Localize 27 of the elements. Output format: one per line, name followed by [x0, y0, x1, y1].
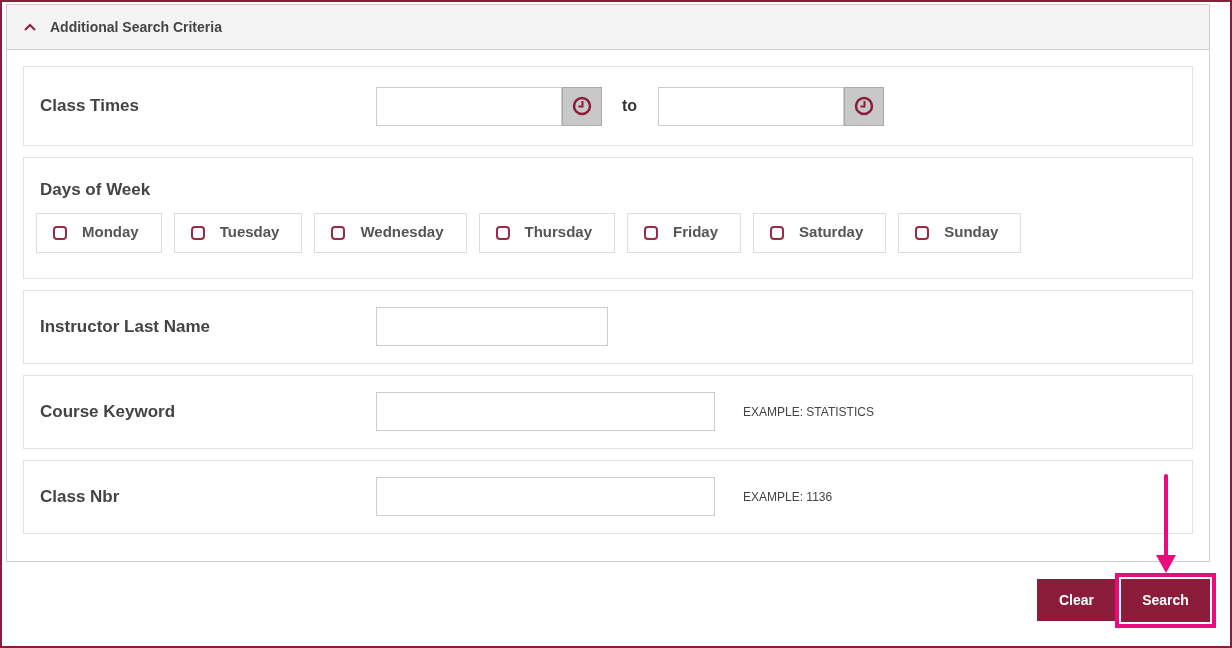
field-label: Class Times — [40, 96, 139, 116]
clock-icon — [572, 96, 592, 116]
day-checkbox[interactable]: Monday — [36, 212, 162, 253]
time-field[interactable] — [658, 86, 845, 126]
day-checkbox[interactable]: Thursday — [478, 212, 616, 253]
field-label: Instructor Last Name — [40, 316, 211, 336]
clock-button[interactable] — [562, 86, 602, 126]
field-label: Course Keyword — [40, 401, 176, 421]
text-field[interactable] — [376, 477, 715, 516]
example-hint: EXAMPLE: STATISTICS — [743, 403, 874, 421]
clock-icon — [854, 96, 875, 116]
collapse-toggle[interactable]: Additional Search Criteria — [24, 16, 222, 38]
search-button[interactable]: Search — [1121, 578, 1210, 622]
example-hint: EXAMPLE: 1136 — [743, 488, 833, 506]
day-checkbox[interactable]: Saturday — [753, 212, 887, 253]
day-checkbox[interactable]: Friday — [627, 212, 742, 253]
day-checkbox[interactable]: Sunday — [898, 212, 1022, 253]
range-separator: to — [622, 96, 638, 116]
clock-button[interactable] — [844, 86, 885, 126]
text-field[interactable] — [376, 392, 715, 431]
field-label: Class Nbr — [40, 486, 120, 506]
field-label: Days of Week — [40, 180, 151, 199]
day-checkbox[interactable]: Tuesday — [173, 212, 303, 253]
text-field[interactable] — [376, 307, 608, 346]
clear-button[interactable]: Clear — [1037, 579, 1115, 621]
day-checkbox[interactable]: Wednesday — [314, 212, 467, 253]
time-field[interactable] — [376, 86, 562, 126]
